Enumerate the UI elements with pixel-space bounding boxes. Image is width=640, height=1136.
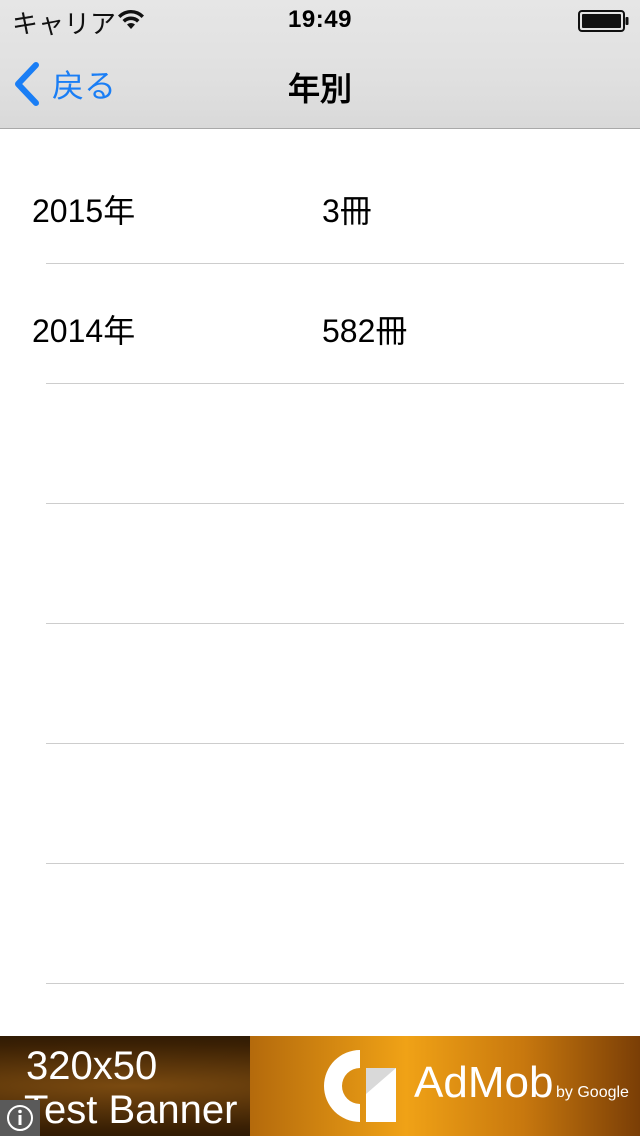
row-count: 3冊 <box>322 193 372 229</box>
table-row[interactable]: 2015年 3冊 <box>0 144 640 264</box>
status-bar: キャリア 19:49 <box>0 0 640 40</box>
row-year: 2014年 <box>32 313 136 349</box>
banner-size-text: 320x50 <box>26 1044 158 1088</box>
page-title: 年別 <box>287 71 352 107</box>
banner-label-text: Test Banner <box>24 1088 238 1132</box>
year-list: 2015年 3冊 2014年 582冊 <box>0 144 640 984</box>
table-row[interactable]: 2014年 582冊 <box>0 264 640 384</box>
table-row[interactable] <box>0 624 640 744</box>
battery-icon <box>578 10 629 32</box>
info-icon[interactable] <box>0 1100 40 1136</box>
row-year: 2015年 <box>32 193 136 229</box>
row-count: 582冊 <box>322 313 408 349</box>
status-time: 19:49 <box>288 6 352 33</box>
table-row[interactable] <box>0 864 640 984</box>
admob-brand-text: AdMob <box>414 1058 554 1107</box>
table-row[interactable] <box>0 744 640 864</box>
table-row[interactable] <box>0 504 640 624</box>
admob-logo-icon <box>324 1050 396 1122</box>
top-bar: キャリア 19:49 戻る 年別 <box>0 0 640 129</box>
table-row[interactable] <box>0 384 640 504</box>
navigation-bar: 戻る 年別 <box>0 40 640 128</box>
ad-banner[interactable]: 320x50 Test Banner AdMob by Google <box>0 1036 640 1136</box>
by-google-text: by Google <box>556 1084 629 1101</box>
